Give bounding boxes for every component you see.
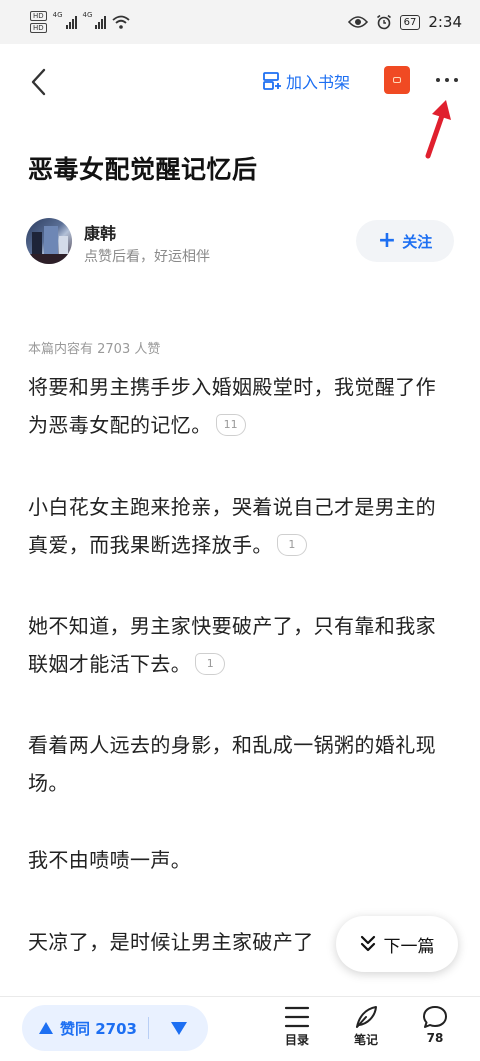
paragraph-comment-badge[interactable]: 1 — [195, 652, 226, 675]
paragraph-text: 天凉了，是时候让男主家破产了 — [28, 930, 314, 954]
triangle-up-icon — [39, 1022, 53, 1034]
back-button[interactable] — [22, 64, 54, 100]
triangle-down-icon — [170, 1021, 187, 1035]
hd-badge: HD — [30, 11, 47, 21]
avatar-image-icon — [26, 226, 72, 264]
top-nav: 加入书架 — [0, 44, 480, 118]
paragraph-text: 她不知道，男主家快要破产了，只有靠和我家联姻才能活下去。 — [28, 614, 436, 676]
author-bio: 点赞后看，好运相伴 — [84, 249, 210, 265]
toc-button[interactable]: 目录 — [274, 1005, 320, 1055]
red-packet-icon — [393, 77, 401, 83]
avatar[interactable] — [26, 218, 72, 264]
bookshelf-icon — [263, 72, 281, 90]
follow-button[interactable]: + 关注 — [356, 220, 454, 262]
menu-list-icon — [284, 1006, 310, 1028]
more-dot-icon — [436, 78, 440, 82]
hd-badges: HD HD — [30, 11, 47, 33]
downvote-button[interactable] — [149, 1005, 208, 1051]
article-paragraph: 小白花女主跑来抢亲，哭着说自己才是男主的真爱，而我果断选择放手。 1 — [28, 488, 456, 564]
quill-pen-icon — [356, 1006, 377, 1028]
article-paragraph: 看着两人远去的身影，和乱成一锅粥的婚礼现场。 — [28, 726, 456, 802]
plus-icon: + — [377, 228, 397, 253]
likes-summary: 本篇内容有 2703 人赞 — [28, 342, 161, 357]
paragraph-comment-badge[interactable]: 11 — [215, 413, 246, 436]
article-paragraph: 她不知道，男主家快要破产了，只有靠和我家联姻才能活下去。 1 — [28, 607, 456, 683]
eye-icon — [347, 16, 368, 28]
hd-badge: HD — [30, 23, 47, 33]
wifi-icon — [112, 15, 131, 29]
notes-label: 笔记 — [353, 1033, 378, 1047]
article-paragraph: 天凉了，是时候让男主家破产了 — [28, 923, 348, 961]
bottom-toolbar: 赞同 2703 目录 笔记 78 — [0, 996, 480, 1061]
author-row: 康韩 点赞后看，好运相伴 + 关注 — [26, 218, 456, 268]
network-type-label: 4G — [82, 11, 93, 19]
paragraph-text: 我不由啧啧一声。 — [28, 848, 192, 872]
comments-button[interactable]: 78 — [412, 1005, 458, 1055]
vote-pill: 赞同 2703 — [22, 1005, 208, 1051]
paragraph-text: 看着两人远去的身影，和乱成一锅粥的婚礼现场。 — [28, 733, 436, 795]
more-options-button[interactable] — [428, 66, 466, 94]
upvote-button[interactable]: 赞同 2703 — [22, 1005, 148, 1051]
signal-icon — [95, 15, 107, 29]
more-dot-icon — [445, 78, 449, 82]
comments-count: 78 — [426, 1031, 444, 1045]
article-title: 恶毒女配觉醒记忆后 — [28, 155, 258, 184]
signal-icon — [65, 15, 77, 29]
status-left: HD HD 4G 4G — [30, 11, 131, 33]
next-article-label: 下一篇 — [383, 936, 435, 957]
paragraph-comment-badge[interactable]: 1 — [276, 533, 307, 556]
article-paragraph: 我不由啧啧一声。 — [28, 841, 456, 879]
follow-label: 关注 — [402, 232, 433, 251]
reader-page: HD HD 4G 4G 67 2:34 加入书架 恶毒女配觉醒记忆后 康韩 点赞… — [0, 0, 480, 1061]
author-name[interactable]: 康韩 — [84, 220, 116, 244]
status-bar: HD HD 4G 4G 67 2:34 — [0, 0, 480, 44]
upvote-label: 赞同 2703 — [60, 1019, 137, 1038]
network-type-label: 4G — [52, 11, 63, 19]
more-dot-icon — [454, 78, 458, 82]
annotation-arrow-icon — [425, 100, 451, 159]
double-chevron-down-icon — [360, 935, 375, 952]
clock: 2:34 — [428, 13, 462, 31]
article-paragraph: 将要和男主携手步入婚姻殿堂时，我觉醒了作为恶毒女配的记忆。 11 — [28, 368, 456, 444]
comment-bubble-icon — [423, 1006, 447, 1028]
alarm-icon — [376, 14, 391, 30]
chevron-left-icon — [31, 68, 46, 96]
status-right: 67 2:34 — [347, 13, 462, 31]
add-to-bookshelf-button[interactable]: 加入书架 — [262, 66, 350, 96]
red-packet-button[interactable] — [384, 66, 410, 94]
battery-indicator: 67 — [399, 14, 421, 30]
add-to-bookshelf-label: 加入书架 — [286, 73, 351, 92]
paragraph-text: 小白花女主跑来抢亲，哭着说自己才是男主的真爱，而我果断选择放手。 — [28, 495, 436, 557]
next-article-button[interactable]: 下一篇 — [336, 916, 458, 972]
notes-button[interactable]: 笔记 — [343, 1005, 389, 1055]
toc-label: 目录 — [284, 1033, 309, 1047]
